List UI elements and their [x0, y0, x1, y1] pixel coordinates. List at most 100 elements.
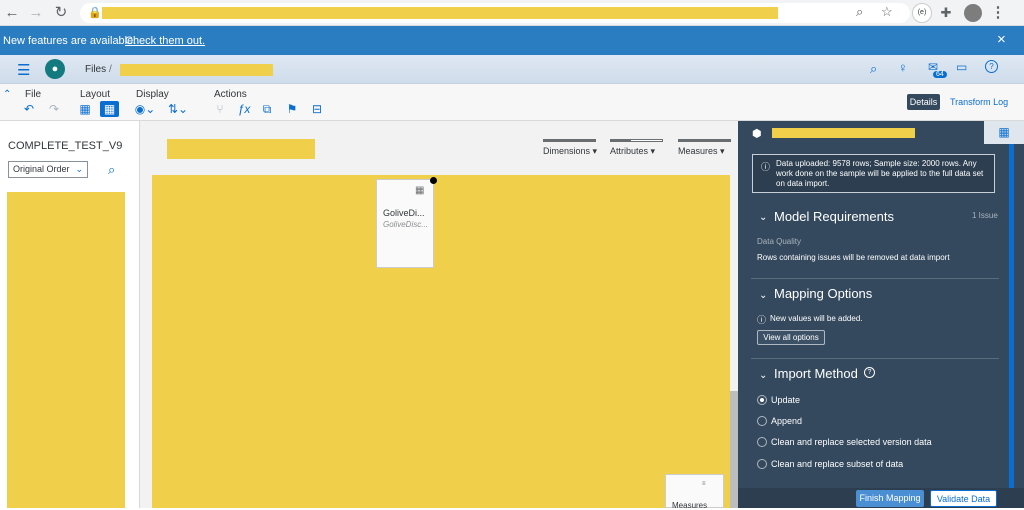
- back-arrow-icon[interactable]: ←: [2, 3, 22, 23]
- redacted-data-grid: [152, 175, 730, 508]
- radio-append[interactable]: [757, 416, 767, 426]
- toolbar-group-display: Display: [136, 89, 169, 100]
- shell-bar: ☰ ● Files / ⌕ ♀ ✉ 64 ▭ ?: [0, 55, 1024, 84]
- details-panel: ⬢ ▦ ⓘ Data uploaded: 9578 rows; Sample s…: [738, 121, 1024, 508]
- model-requirements-title[interactable]: Model Requirements: [774, 209, 894, 224]
- canvas-scrollbar[interactable]: [730, 391, 738, 508]
- breadcrumb-files[interactable]: Files: [85, 64, 106, 75]
- cube-icon: ⬢: [752, 128, 762, 140]
- code-icon[interactable]: ⧉: [259, 101, 275, 117]
- measures-card[interactable]: ≡ Measures: [665, 474, 724, 510]
- hierarchy-icon[interactable]: ⊟: [309, 101, 325, 117]
- info-message-strip: ⓘ Data uploaded: 9578 rows; Sample size:…: [752, 154, 995, 193]
- puzzle-icon[interactable]: ✚: [936, 3, 956, 23]
- dataset-title: COMPLETE_TEST_V9: [8, 140, 123, 152]
- undo-icon[interactable]: ↶: [21, 101, 37, 117]
- chevron-down-icon[interactable]: ⌄: [759, 212, 767, 223]
- mapping-note: New values will be added.: [770, 314, 863, 323]
- transform-log-button[interactable]: Transform Log: [950, 97, 1008, 107]
- column-list-panel: COMPLETE_TEST_V9 Original Order ⌄ ⌕: [0, 121, 140, 508]
- dimensions-filter[interactable]: Dimensions ▾: [543, 146, 597, 157]
- radio-clean-replace-subset[interactable]: [757, 459, 767, 469]
- toolbar-group-layout: Layout: [80, 89, 111, 100]
- split-icon[interactable]: ⑂: [212, 101, 228, 117]
- divider: [751, 278, 999, 279]
- lightbulb-icon[interactable]: ♀: [898, 60, 908, 75]
- measures-indicator: [678, 139, 731, 142]
- info-icon: ⓘ: [757, 315, 767, 325]
- toolbar-group-actions: Actions: [214, 89, 247, 100]
- table-view-icon[interactable]: ▦: [984, 121, 1024, 144]
- redacted-model-name: [772, 128, 915, 138]
- chat-icon[interactable]: ▭: [956, 60, 967, 74]
- details-button[interactable]: Details: [907, 94, 940, 110]
- data-quality-label: Data Quality: [757, 237, 802, 246]
- grid-layout-icon[interactable]: ▦: [77, 101, 93, 117]
- sort-icon[interactable]: ⇅⌄: [167, 101, 189, 117]
- chevron-down-icon[interactable]: ⌄: [759, 290, 767, 301]
- extension-icon[interactable]: (e): [912, 3, 932, 23]
- measure-icon: ≡: [702, 481, 706, 487]
- card-title: GoliveDi...: [383, 208, 425, 218]
- profile-avatar[interactable]: [964, 4, 982, 22]
- help-icon[interactable]: ?: [985, 60, 998, 73]
- notification-count-badge: 64: [933, 71, 947, 78]
- zoom-icon[interactable]: ⌕: [856, 4, 863, 20]
- footer-bar: Finish Mapping Validate Data: [738, 488, 1024, 508]
- radio-label-clean-replace-version[interactable]: Clean and replace selected version data: [771, 437, 932, 447]
- status-dot: [430, 177, 437, 184]
- data-canvas: Dimensions ▾ Attributes ▾ Measures ▾ ▦ G…: [140, 121, 738, 510]
- banner-link[interactable]: Check them out.: [125, 35, 205, 47]
- chevron-down-icon: ⌄: [75, 164, 83, 174]
- formula-icon[interactable]: ƒx: [236, 101, 252, 117]
- forward-arrow-icon[interactable]: →: [26, 3, 46, 23]
- data-quality-message: Rows containing issues will be removed a…: [757, 253, 950, 262]
- mapping-options-title[interactable]: Mapping Options: [774, 286, 872, 301]
- kebab-menu-icon[interactable]: ⋮: [988, 3, 1008, 23]
- user-avatar-icon[interactable]: ●: [45, 59, 65, 79]
- info-icon: ⓘ: [761, 162, 771, 172]
- lock-icon: 🔒: [88, 7, 102, 19]
- hamburger-menu-icon[interactable]: ☰: [17, 61, 30, 79]
- bookmark-star-icon[interactable]: ☆: [881, 4, 893, 20]
- collapse-chevron-icon[interactable]: ⌃: [3, 89, 11, 100]
- search-icon[interactable]: ⌕: [870, 61, 877, 77]
- reload-icon[interactable]: ↻: [51, 3, 71, 23]
- close-icon[interactable]: ×: [997, 31, 1006, 48]
- radio-label-update[interactable]: Update: [771, 395, 800, 405]
- browser-toolbar: ← → ↻ 🔒 ⌕ ☆ (e) ✚ ⋮: [0, 0, 1024, 26]
- divider: [751, 358, 999, 359]
- card-subtitle: GoliveDisc...: [383, 220, 428, 229]
- details-scrollbar[interactable]: [1009, 144, 1014, 508]
- address-bar[interactable]: 🔒 ⌕ ☆: [80, 3, 910, 23]
- column-card[interactable]: ▦ GoliveDi... GoliveDisc...: [376, 179, 434, 268]
- geo-icon[interactable]: ⚑: [284, 101, 300, 117]
- issue-count: 1 Issue: [972, 211, 998, 220]
- sort-order-value: Original Order: [13, 164, 70, 174]
- attributes-indicator: [610, 139, 663, 142]
- redacted-url: [102, 7, 778, 19]
- measures-filter[interactable]: Measures ▾: [678, 146, 725, 157]
- redo-icon[interactable]: ↷: [46, 101, 62, 117]
- radio-clean-replace-version[interactable]: [757, 437, 767, 447]
- finish-mapping-button[interactable]: Finish Mapping: [856, 490, 924, 507]
- calendar-icon: ▦: [415, 185, 425, 196]
- visibility-icon[interactable]: ◉⌄: [134, 101, 156, 117]
- help-icon[interactable]: ?: [864, 367, 875, 378]
- dimensions-indicator: [543, 139, 596, 142]
- radio-update[interactable]: [757, 395, 767, 405]
- validate-data-button[interactable]: Validate Data: [930, 490, 997, 507]
- info-text: Data uploaded: 9578 rows; Sample size: 2…: [776, 159, 984, 188]
- import-method-title[interactable]: Import Method: [774, 366, 858, 381]
- radio-label-clean-replace-subset[interactable]: Clean and replace subset of data: [771, 459, 903, 469]
- attributes-filter[interactable]: Attributes ▾: [610, 146, 655, 157]
- search-icon[interactable]: ⌕: [108, 162, 115, 178]
- card-layout-icon[interactable]: ▦: [100, 101, 119, 117]
- measures-card-title: Measures: [672, 501, 708, 510]
- sort-order-select[interactable]: Original Order ⌄: [8, 161, 88, 178]
- banner-text: New features are available.: [3, 35, 137, 47]
- chevron-down-icon[interactable]: ⌄: [759, 370, 767, 381]
- view-all-options-button[interactable]: View all options: [757, 330, 825, 345]
- redacted-canvas-title: [167, 139, 315, 159]
- radio-label-append[interactable]: Append: [771, 416, 802, 426]
